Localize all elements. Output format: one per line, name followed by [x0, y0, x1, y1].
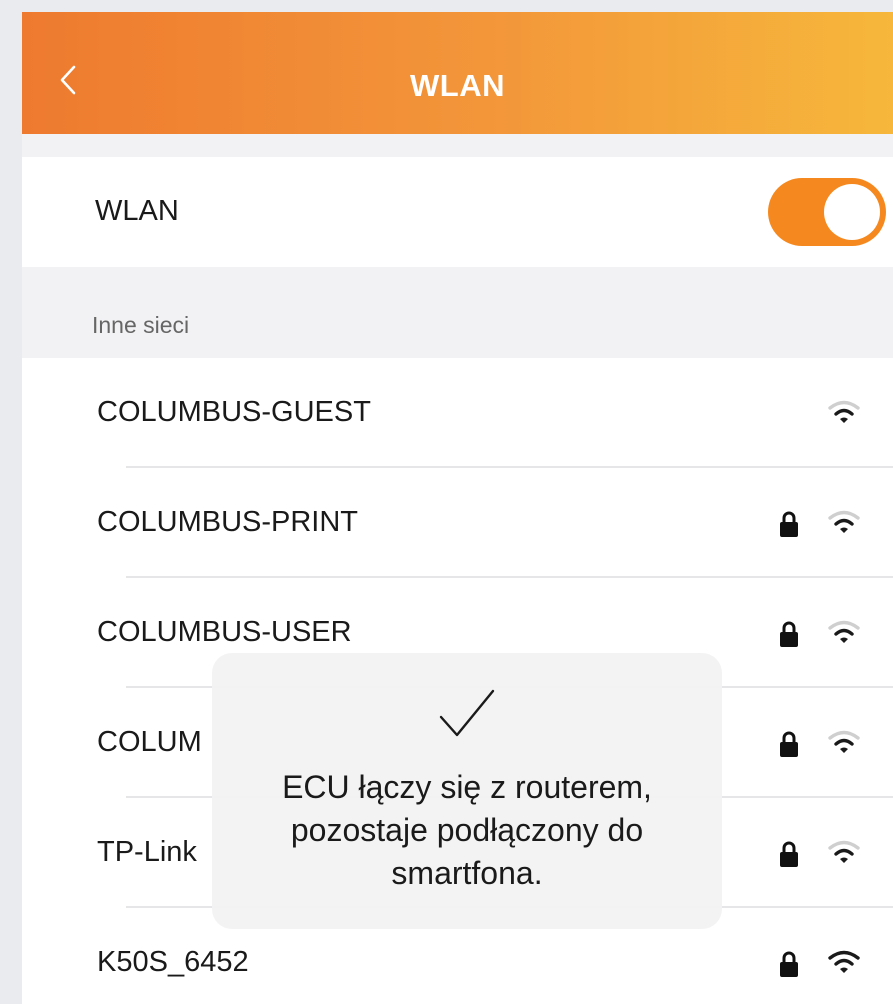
wifi-medium-icon [828, 400, 860, 423]
wifi-medium-icon [828, 510, 860, 533]
lock-icon [780, 731, 798, 757]
wlan-toggle-label: WLAN [95, 195, 179, 227]
toast-line: ECU łączy się z routerem, [282, 769, 652, 805]
wlan-toggle-switch[interactable] [768, 178, 886, 246]
lock-icon [780, 621, 798, 647]
toggle-knob [824, 184, 880, 240]
lock-icon [780, 841, 798, 867]
app-screen: WLAN WLAN Inne sieci COLUMBUS-GUEST COLU… [22, 12, 893, 1004]
wifi-medium-icon [828, 620, 860, 643]
network-row[interactable]: COLUMBUS-PRINT [22, 468, 893, 578]
network-name: COLUMBUS-USER [97, 616, 352, 648]
wifi-medium-icon [828, 730, 860, 753]
section-label-other-networks: Inne sieci [92, 312, 190, 338]
lock-icon [780, 511, 798, 537]
network-name: K50S_6452 [97, 946, 249, 978]
connection-toast: ECU łączy się z routerem, pozostaje podł… [212, 653, 722, 929]
wifi-full-icon [828, 950, 860, 973]
network-name: COLUMBUS-GUEST [97, 396, 371, 428]
toast-line: pozostaje podłączony do [290, 812, 644, 848]
toast-message: ECU łączy się z routerem, pozostaje podł… [212, 766, 722, 895]
network-name: COLUMBUS-PRINT [97, 506, 359, 538]
network-row[interactable]: COLUMBUS-GUEST [22, 358, 893, 468]
toast-line: smartfona. [391, 855, 543, 891]
checkmark-icon [439, 689, 495, 737]
header-bar: WLAN [22, 12, 893, 134]
page-title: WLAN [410, 68, 505, 103]
wlan-toggle-row: WLAN [22, 157, 893, 267]
network-name: TP-Link [97, 836, 197, 868]
wifi-medium-icon [828, 840, 860, 863]
lock-icon [780, 951, 798, 977]
network-name: COLUM [97, 726, 202, 758]
